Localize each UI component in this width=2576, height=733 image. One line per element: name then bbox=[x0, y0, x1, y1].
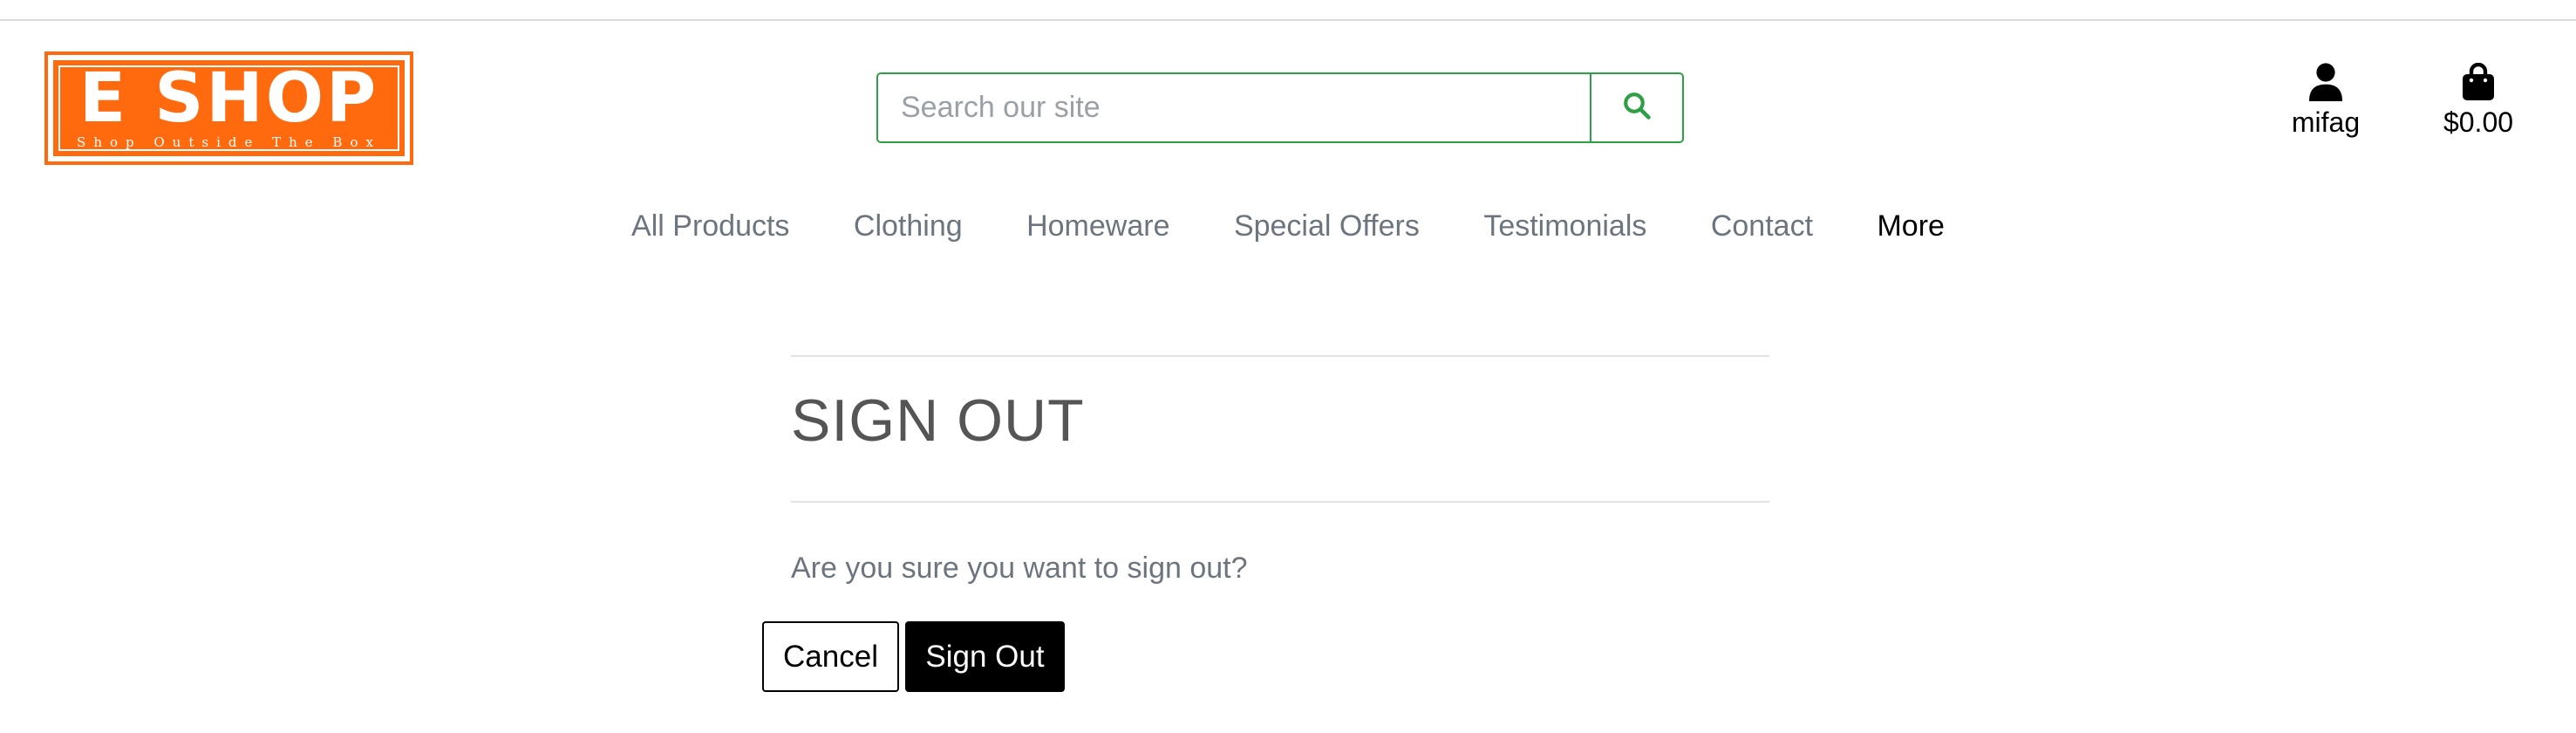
search-input[interactable] bbox=[878, 74, 1590, 141]
sign-out-button[interactable]: Sign Out bbox=[905, 621, 1065, 692]
nav-item-testimonials[interactable]: Testimonials bbox=[1483, 209, 1646, 243]
bag-total: $0.00 bbox=[2443, 106, 2514, 138]
title-bottom-divider bbox=[791, 501, 1769, 503]
nav-item-special-offers[interactable]: Special Offers bbox=[1234, 209, 1420, 243]
title-top-divider bbox=[791, 355, 1769, 357]
nav-item-all-products[interactable]: All Products bbox=[631, 209, 789, 243]
nav-item-homeware[interactable]: Homeware bbox=[1026, 209, 1169, 243]
cancel-button[interactable]: Cancel bbox=[762, 621, 899, 692]
page-title: SIGN OUT bbox=[791, 387, 1085, 454]
nav-item-more[interactable]: More bbox=[1877, 209, 1944, 243]
search-button[interactable] bbox=[1590, 74, 1682, 141]
top-divider bbox=[0, 0, 2576, 21]
account-username: mifag bbox=[2291, 106, 2361, 138]
user-icon bbox=[2267, 63, 2384, 101]
logo-tagline: Shop Outside The Box bbox=[77, 134, 381, 150]
signout-prompt: Are you sure you want to sign out? bbox=[791, 551, 1248, 585]
shop-logo[interactable]: E SHOP Shop Outside The Box bbox=[44, 51, 413, 165]
main-nav: All Products Clothing Homeware Special O… bbox=[0, 209, 2576, 243]
logo-banner: E SHOP Shop Outside The Box bbox=[53, 60, 405, 156]
shopping-bag-icon bbox=[2433, 63, 2524, 101]
account-link[interactable]: mifag bbox=[2267, 63, 2384, 139]
nav-item-contact[interactable]: Contact bbox=[1711, 209, 1813, 243]
bag-link[interactable]: $0.00 bbox=[2433, 63, 2524, 139]
search-icon bbox=[1621, 90, 1653, 126]
nav-item-clothing[interactable]: Clothing bbox=[854, 209, 963, 243]
logo-title: E SHOP bbox=[78, 59, 379, 138]
search-form bbox=[876, 72, 1684, 143]
